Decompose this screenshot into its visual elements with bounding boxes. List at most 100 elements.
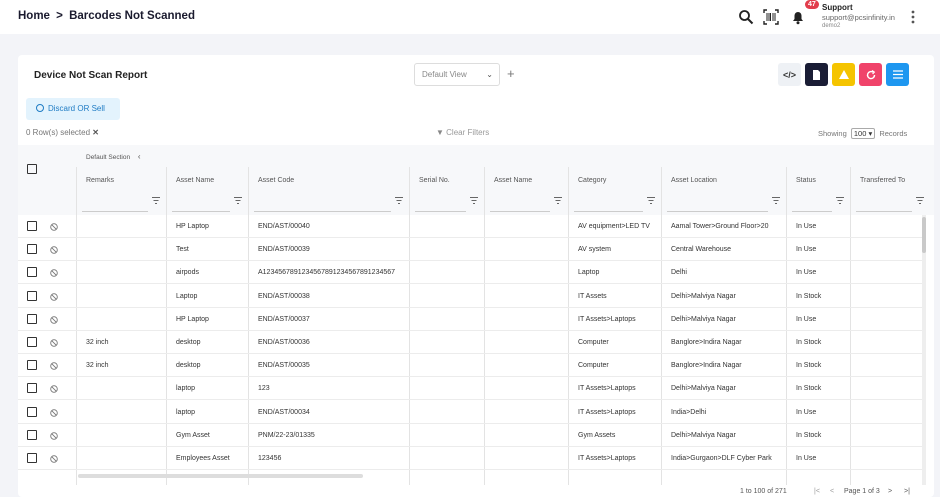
- row-checkbox[interactable]: [27, 337, 37, 347]
- vertical-scrollbar-thumb[interactable]: [922, 217, 926, 253]
- showing-label: Showing: [818, 129, 847, 138]
- ban-icon[interactable]: [50, 292, 58, 301]
- horizontal-scrollbar[interactable]: [78, 474, 363, 478]
- column-filter-input[interactable]: [254, 194, 391, 212]
- column-filter-input[interactable]: [82, 194, 148, 212]
- column-filter-input[interactable]: [490, 194, 550, 212]
- column-header[interactable]: Category: [578, 177, 606, 184]
- next-page-button[interactable]: >: [888, 488, 892, 495]
- select-all-checkbox[interactable]: [27, 164, 37, 174]
- ban-icon[interactable]: [50, 246, 58, 254]
- column-header[interactable]: Asset Name: [494, 177, 532, 184]
- column-header[interactable]: Serial No.: [419, 177, 450, 184]
- column-filter-input[interactable]: [856, 194, 912, 212]
- row-checkbox[interactable]: [27, 383, 37, 394]
- column-header[interactable]: Asset Code: [258, 177, 294, 184]
- table-row[interactable]: HP Laptop END/AST/00037 IT Assets>Laptops D…: [18, 308, 922, 331]
- column-filter-input[interactable]: [667, 194, 768, 212]
- barcode-scan-icon[interactable]: [763, 9, 779, 25]
- row-checkbox[interactable]: [27, 221, 37, 231]
- breadcrumb-home[interactable]: Home: [18, 10, 50, 22]
- table-cell: Gym Asset: [176, 431, 210, 439]
- table-row[interactable]: airpods A12345678912345678912345678912345…: [18, 261, 922, 285]
- table-cell: IT Assets>Laptops: [578, 455, 636, 462]
- columns-button[interactable]: [886, 63, 909, 86]
- page-size-select[interactable]: 100 ▾: [850, 128, 876, 139]
- row-checkbox[interactable]: [27, 406, 37, 417]
- table-row[interactable]: 32 inch desktop END/AST/00035 Computer Bangl…: [18, 354, 922, 378]
- export-pdf-button[interactable]: [805, 63, 828, 86]
- ban-icon[interactable]: [50, 223, 58, 231]
- ban-icon[interactable]: [50, 432, 58, 440]
- filter-icon[interactable]: [836, 197, 844, 205]
- filter-icon[interactable]: [395, 197, 403, 205]
- vertical-scrollbar[interactable]: [922, 215, 926, 485]
- ban-icon[interactable]: [50, 385, 58, 394]
- clear-selection-icon[interactable]: ✕: [92, 128, 99, 137]
- ban-icon[interactable]: [50, 362, 58, 370]
- view-select[interactable]: Default View ⌄: [414, 63, 500, 86]
- row-checkbox[interactable]: [27, 244, 37, 255]
- table-cell: END/AST/00039: [258, 246, 310, 254]
- table-row[interactable]: 32 inch desktop END/AST/00036 Computer Bangl…: [18, 331, 922, 354]
- row-checkbox[interactable]: [27, 429, 37, 440]
- filter-icon[interactable]: [554, 197, 562, 205]
- discard-or-sell-button[interactable]: Discard OR Sell: [26, 98, 120, 120]
- filter-icon[interactable]: [772, 197, 780, 205]
- column-header[interactable]: Transferred To: [860, 177, 905, 184]
- table-cell: Laptop: [578, 269, 600, 277]
- ban-icon[interactable]: [50, 408, 58, 417]
- filter-icon[interactable]: [152, 197, 160, 205]
- chevron-left-icon[interactable]: ‹: [138, 152, 141, 161]
- refresh-button[interactable]: [859, 63, 882, 86]
- table-row[interactable]: Employees Asset 123456 IT Assets>Laptops In…: [18, 447, 922, 470]
- export-excel-button[interactable]: [832, 63, 855, 86]
- column-header[interactable]: Asset Location: [671, 177, 717, 184]
- table-cell: IT Assets>Laptops: [578, 385, 636, 393]
- add-view-button[interactable]: +: [507, 66, 515, 81]
- table-row[interactable]: Gym Asset PNM/22-23/01335 Gym Assets Delhi>…: [18, 424, 922, 447]
- report-card: Device Not Scan Report Default View ⌄ + …: [18, 55, 934, 497]
- table-row[interactable]: Test END/AST/00039 AV system Central Wareho…: [18, 238, 922, 262]
- column-filter-input[interactable]: [172, 194, 230, 212]
- table-row[interactable]: laptop 123 IT Assets>Laptops Delhi>Malviya …: [18, 377, 922, 401]
- ban-icon[interactable]: [50, 339, 58, 347]
- table-cell: END/AST/00035: [258, 362, 310, 370]
- user-org: demo2: [822, 23, 841, 29]
- row-checkbox[interactable]: [27, 360, 37, 371]
- ban-icon[interactable]: [50, 455, 58, 463]
- ban-icon[interactable]: [50, 269, 58, 278]
- column-header[interactable]: Remarks: [86, 177, 114, 184]
- column-filter-input[interactable]: [415, 194, 466, 212]
- table-cell: IT Assets>Laptops: [578, 408, 636, 416]
- first-page-button[interactable]: |<: [814, 488, 820, 495]
- prev-page-button[interactable]: <: [830, 488, 834, 495]
- row-checkbox[interactable]: [27, 267, 37, 278]
- column-filter-input[interactable]: [574, 194, 643, 212]
- clear-filters-button[interactable]: ▼ Clear Filters: [436, 128, 489, 137]
- column-header[interactable]: Asset Name: [176, 177, 214, 184]
- user-name[interactable]: Support: [822, 3, 853, 12]
- filter-icon[interactable]: [470, 197, 478, 205]
- breadcrumb: Home > Barcodes Not Scanned: [18, 10, 198, 22]
- more-options-icon[interactable]: [909, 9, 917, 25]
- row-checkbox[interactable]: [27, 290, 37, 301]
- table-row[interactable]: HP Laptop END/AST/00040 AV equipment>LED T…: [18, 215, 922, 238]
- filter-icon[interactable]: [916, 197, 924, 205]
- column-filter-input[interactable]: [792, 194, 832, 212]
- row-checkbox[interactable]: [27, 453, 37, 463]
- table-cell: In Stock: [796, 362, 822, 370]
- search-icon[interactable]: [738, 9, 754, 25]
- row-checkbox[interactable]: [27, 313, 37, 324]
- table-row[interactable]: laptop END/AST/00034 IT Assets>Laptops Indi…: [18, 401, 922, 424]
- column-header[interactable]: Status: [796, 177, 816, 184]
- filter-icon[interactable]: [647, 197, 655, 205]
- ban-icon[interactable]: [50, 316, 58, 324]
- bell-icon[interactable]: [790, 9, 806, 25]
- filter-icon[interactable]: [234, 197, 242, 205]
- table-cell: In Stock: [796, 431, 822, 439]
- last-page-button[interactable]: >|: [904, 488, 910, 495]
- embed-code-button[interactable]: </>: [778, 63, 801, 86]
- table-row[interactable]: Laptop END/AST/00038 IT Assets Delhi>Malviy…: [18, 285, 922, 308]
- table-cell: HP Laptop: [176, 315, 209, 323]
